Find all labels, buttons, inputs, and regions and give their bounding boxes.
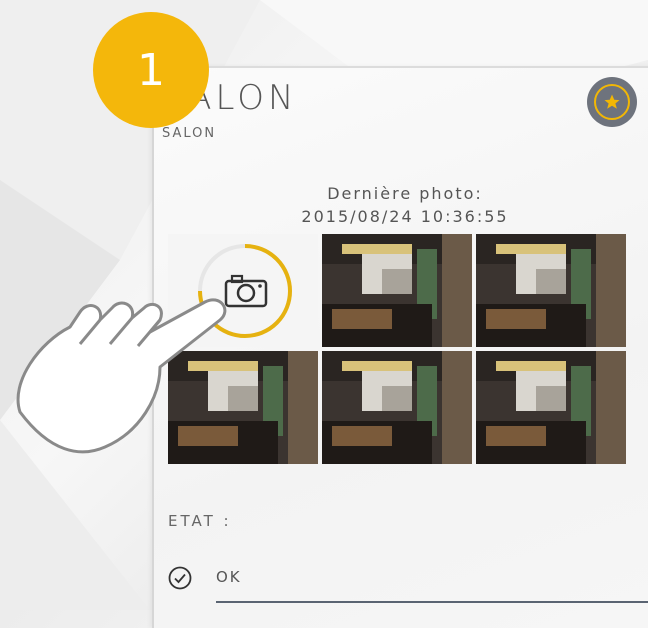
status-heading: ETAT :: [168, 512, 232, 530]
last-photo-timestamp: 2015/08/24 10:36:55: [301, 207, 509, 226]
pointing-hand-icon: [16, 298, 227, 454]
favorite-ring: [594, 84, 630, 120]
room-photo: [476, 234, 626, 347]
status-underline: [216, 601, 648, 603]
photo-thumbnail[interactable]: [476, 234, 626, 347]
photo-thumbnail[interactable]: [322, 234, 472, 347]
room-photo: [322, 234, 472, 347]
step-badge: 1: [93, 12, 209, 128]
room-photo: [476, 351, 626, 464]
favorite-button[interactable]: [587, 77, 637, 127]
room-photo: [322, 351, 472, 464]
last-photo-info: Dernière photo: 2015/08/24 10:36:55: [250, 182, 560, 228]
photo-thumbnail[interactable]: [476, 351, 626, 464]
last-photo-label: Dernière photo:: [327, 184, 483, 203]
room-subtitle: SALON: [162, 126, 217, 141]
check-circle-icon: [168, 566, 192, 590]
star-icon: [604, 94, 620, 109]
photo-thumbnail[interactable]: [322, 351, 472, 464]
status-value: OK: [216, 568, 242, 586]
